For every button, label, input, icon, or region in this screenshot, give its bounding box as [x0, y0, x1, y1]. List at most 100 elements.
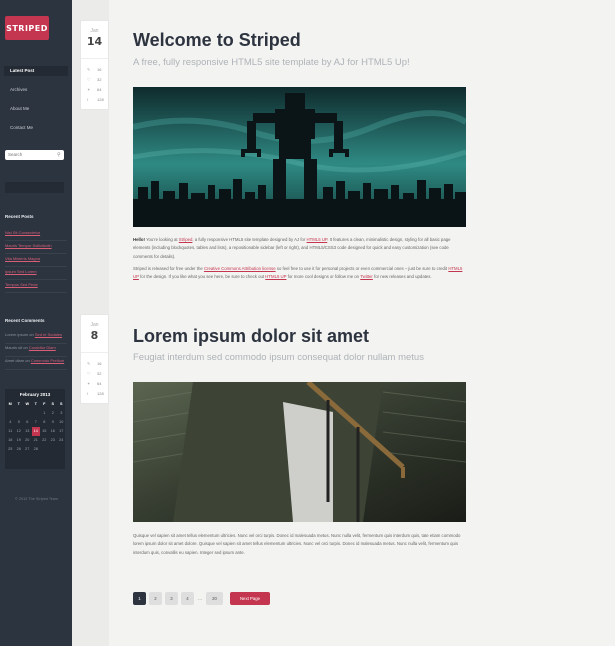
text: You're looking at: [146, 237, 178, 242]
nav-item-latest-post[interactable]: Latest Post: [4, 66, 68, 76]
calendar-day: [49, 445, 58, 454]
calendar-day: [15, 409, 24, 418]
calendar-weekday: W: [25, 402, 30, 406]
calendar-day: [40, 445, 49, 454]
calendar-day[interactable]: 2: [49, 409, 58, 418]
post-stats: ✎ 16 ♡ 32 ✦ 64 f 128: [81, 59, 108, 109]
text: , a fully responsive HTML5 site template…: [192, 237, 306, 242]
calendar-week-row: 18 19 20 21 22 23 24: [5, 436, 65, 445]
recent-comments-list: Lorem ipsum on Sed et Sodales Mauris sit…: [5, 331, 67, 370]
calendar-day[interactable]: 18: [6, 436, 15, 445]
stat-comments[interactable]: ✎ 16: [81, 65, 108, 75]
stat-value: 128: [97, 391, 104, 396]
recent-comment: Amet diam on Commodo Pretium: [5, 357, 67, 370]
calendar-day[interactable]: 22: [40, 436, 49, 445]
calendar-day[interactable]: 9: [49, 418, 58, 427]
comment-post-link[interactable]: Sed et Sodales: [35, 332, 62, 337]
twitter-icon: ✦: [87, 87, 91, 92]
text: Striped is released for free under the: [133, 265, 203, 271]
text: so feel free to use it for personal proj…: [276, 265, 448, 271]
calendar-day[interactable]: 12: [15, 427, 24, 436]
calendar-day[interactable]: 13: [23, 427, 32, 436]
post-paragraph: Quisque vel sapien sit amet tellus eleme…: [133, 533, 461, 555]
page-link[interactable]: 1: [133, 591, 146, 605]
calendar-grid: M T W T F S S 1 2 3 4 5 6 7 8 9 10 11 12 13 14 15 16 17 18 19 20 21…: [5, 400, 65, 454]
calendar-day[interactable]: 21: [32, 436, 41, 445]
site-logo[interactable]: STRIPED: [5, 16, 49, 40]
recent-comment: Lorem ipsum on Sed et Sodales: [5, 331, 67, 344]
calendar-week-row: 123: [5, 409, 65, 418]
stat-twitter[interactable]: ✦ 64: [81, 379, 108, 389]
calendar-day[interactable]: 26: [15, 445, 24, 454]
stat-facebook[interactable]: f 128: [81, 389, 108, 399]
calendar-day[interactable]: 25: [6, 445, 15, 454]
inline-link[interactable]: HTML5 UP: [265, 274, 286, 279]
nav-item-about-me[interactable]: About Me: [4, 104, 68, 114]
calendar-day[interactable]: 3: [57, 409, 66, 418]
stat-likes[interactable]: ♡ 32: [81, 369, 108, 379]
inline-link[interactable]: HTML5 UP: [307, 237, 328, 242]
calendar-day-today[interactable]: 14: [31, 427, 40, 436]
calendar-day[interactable]: 4: [6, 418, 15, 427]
search-input[interactable]: [5, 150, 64, 160]
text: for more cool designs or follow me on: [287, 274, 360, 280]
calendar-day[interactable]: 20: [23, 436, 32, 445]
nav-item-archives[interactable]: Archives: [4, 85, 68, 95]
calendar-day[interactable]: 27: [23, 445, 32, 454]
date-header: Jan 14: [81, 21, 108, 59]
post-title[interactable]: Welcome to Striped: [133, 30, 301, 51]
page-link[interactable]: 4: [181, 591, 194, 605]
inline-link[interactable]: Creative Commons Attribution license: [204, 266, 276, 271]
calendar-day[interactable]: 28: [32, 445, 41, 454]
comment-post-link[interactable]: Curabitur Diam: [29, 345, 56, 350]
main-nav: Latest Post Archives About Me Contact Me: [4, 66, 68, 142]
calendar-day[interactable]: 6: [23, 418, 32, 427]
recent-post-link[interactable]: Tempus Sed Pede: [5, 281, 67, 293]
comment-on: on: [29, 332, 34, 337]
calendar-day[interactable]: 11: [6, 427, 15, 436]
page-link[interactable]: 3: [165, 591, 178, 605]
post-date-card: Jan 14 ✎ 16 ♡ 32 ✦ 64 f 128: [80, 20, 109, 110]
comment-post-link[interactable]: Commodo Pretium: [31, 358, 64, 363]
search-icon[interactable]: ⚲: [57, 152, 63, 158]
recent-post-link[interactable]: Vita Misteris Magna: [5, 255, 67, 267]
recent-post-link[interactable]: Mauris Tempor Sollicitudin: [5, 242, 67, 254]
stat-twitter[interactable]: ✦ 64: [81, 85, 108, 95]
post-image-robot[interactable]: [133, 87, 466, 227]
recent-post-link[interactable]: Ipsum Sed Lorem: [5, 268, 67, 280]
inline-link[interactable]: Striped: [179, 237, 193, 242]
calendar-day[interactable]: 16: [49, 427, 58, 436]
calendar-day[interactable]: 23: [49, 436, 58, 445]
stat-value: 32: [97, 371, 102, 376]
post-subtitle: A free, fully responsive HTML5 site temp…: [133, 57, 410, 68]
calendar-day[interactable]: 17: [57, 427, 66, 436]
calendar-weekday: T: [17, 402, 20, 406]
stat-value: 16: [97, 67, 102, 72]
stat-value: 64: [97, 381, 102, 386]
calendar-day[interactable]: 7: [32, 418, 41, 427]
next-page-button[interactable]: Next Page: [230, 591, 270, 605]
calendar-weekday: F: [43, 402, 46, 406]
calendar-day[interactable]: 19: [15, 436, 24, 445]
calendar-weekday: S: [59, 402, 63, 406]
stat-comments[interactable]: ✎ 16: [81, 359, 108, 369]
recent-post-link[interactable]: Nisi Sit Consectetur: [5, 229, 67, 241]
stat-value: 64: [97, 87, 102, 92]
calendar-day[interactable]: 8: [40, 418, 49, 427]
post-title[interactable]: Lorem ipsum dolor sit amet: [133, 326, 369, 347]
page-link[interactable]: 2: [149, 591, 162, 605]
calendar-day[interactable]: 15: [40, 427, 49, 436]
nav-item-contact-me[interactable]: Contact Me: [4, 123, 68, 133]
stat-likes[interactable]: ♡ 32: [81, 75, 108, 85]
chat-icon: ✎: [87, 67, 91, 72]
page-link[interactable]: 20: [206, 591, 223, 605]
calendar-day[interactable]: 10: [57, 418, 66, 427]
stat-facebook[interactable]: f 128: [81, 95, 108, 105]
calendar-day[interactable]: 5: [15, 418, 24, 427]
inline-link[interactable]: Twitter: [360, 274, 373, 279]
calendar-day[interactable]: 24: [57, 436, 66, 445]
post-image-stairs[interactable]: [133, 382, 466, 522]
calendar-weekday: S: [51, 402, 55, 406]
text: for the design. If you like what you see…: [140, 274, 265, 280]
calendar-day[interactable]: 1: [40, 409, 49, 418]
